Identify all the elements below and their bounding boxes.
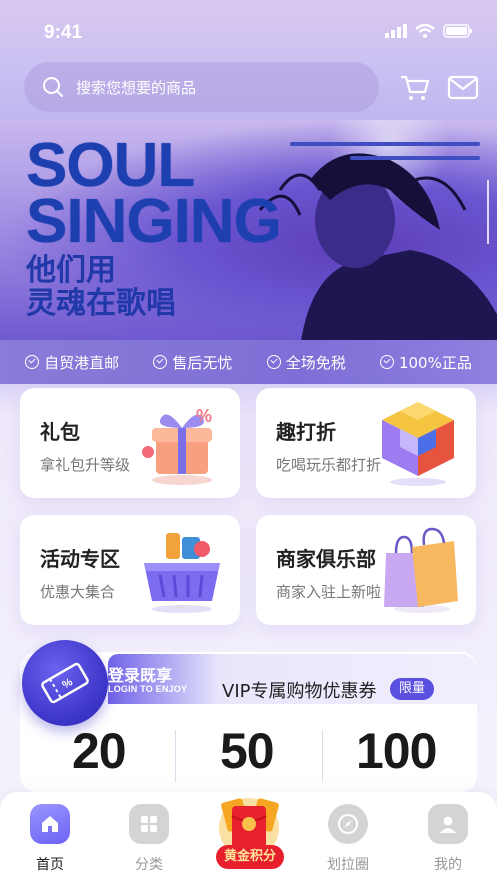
card-merchant-club[interactable]: 商家俱乐部 商家入驻上新啦	[256, 515, 476, 625]
ticket-icon: %	[41, 662, 89, 704]
card-subtitle: 吃喝玩乐都打折	[276, 456, 382, 474]
cart-icon[interactable]	[398, 70, 432, 104]
gift-icon: %	[142, 406, 212, 485]
login-label[interactable]: 登录既享	[108, 662, 172, 686]
gold-points-label: 黄金积分	[216, 845, 284, 869]
tab-circle[interactable]: 划拉圈	[318, 804, 378, 874]
feature-item: 自贸港直邮	[25, 352, 119, 373]
status-time: 9:41	[44, 22, 83, 43]
grid-icon	[129, 804, 169, 844]
cube-icon	[382, 402, 454, 486]
svg-text:%: %	[60, 676, 75, 691]
card-title: 商家俱乐部	[276, 547, 376, 571]
hero-title: SOUL SINGING	[26, 131, 282, 256]
gold-points-button[interactable]: 黄金积分	[204, 790, 294, 878]
tab-profile[interactable]: 我的	[418, 804, 478, 874]
basket-icon	[144, 533, 220, 613]
check-icon	[379, 355, 394, 369]
card-subtitle: 优惠大集合	[40, 583, 116, 601]
home-icon	[30, 804, 70, 844]
search-bar[interactable]: 搜索您想要的商品	[24, 62, 379, 112]
hero-decoration-stripes	[290, 142, 480, 170]
login-english-label: LOGIN TO ENJOY	[108, 684, 188, 694]
status-bar: 9:41	[0, 0, 497, 60]
card-subtitle: 商家入驻上新啦	[276, 583, 382, 601]
coupon-ticket-badge: %	[22, 640, 108, 726]
hero-banner[interactable]: SOUL SINGING 他们用 灵魂在歌唱	[0, 120, 497, 348]
limited-badge: 限量	[390, 678, 434, 700]
check-icon	[25, 355, 40, 369]
card-title: 礼包	[40, 420, 80, 444]
hero-scroll-indicator	[487, 180, 489, 244]
feature-item: 全场免税	[266, 352, 346, 373]
battery-icon	[443, 24, 472, 38]
card-title: 趣打折	[276, 420, 336, 444]
coupon-amount[interactable]: 100	[356, 722, 437, 780]
divider	[322, 730, 323, 782]
hero-subtitle: 他们用 灵魂在歌唱	[26, 253, 176, 321]
feature-item: 售后无忧	[153, 352, 232, 373]
tab-home[interactable]: 首页	[20, 804, 80, 874]
card-title: 活动专区	[40, 547, 120, 571]
check-icon	[266, 355, 281, 369]
svg-text:%: %	[196, 406, 212, 426]
card-discount[interactable]: 趣打折 吃喝玩乐都打折	[256, 388, 476, 498]
search-placeholder: 搜索您想要的商品	[76, 78, 197, 97]
card-events[interactable]: 活动专区 优惠大集合	[20, 515, 240, 625]
coupon-title: VIP专属购物优惠券	[222, 681, 377, 702]
shopping-bags-icon	[384, 527, 458, 613]
coupon-amount[interactable]: 20	[72, 722, 127, 780]
user-icon	[428, 804, 468, 844]
tab-category[interactable]: 分类	[119, 804, 179, 874]
signal-icon	[385, 24, 407, 38]
search-icon	[43, 77, 63, 97]
features-strip: 自贸港直邮 售后无忧 全场免税 100%正品	[0, 340, 497, 384]
feature-item: 100%正品	[379, 352, 472, 373]
card-gift-pack[interactable]: 礼包 拿礼包升等级 %	[20, 388, 240, 498]
check-icon	[153, 355, 168, 369]
divider	[175, 730, 176, 782]
mail-icon[interactable]	[446, 70, 480, 104]
card-subtitle: 拿礼包升等级	[40, 456, 131, 474]
coupon-amount[interactable]: 50	[220, 722, 275, 780]
wifi-icon	[415, 24, 435, 38]
compass-icon	[328, 804, 368, 844]
